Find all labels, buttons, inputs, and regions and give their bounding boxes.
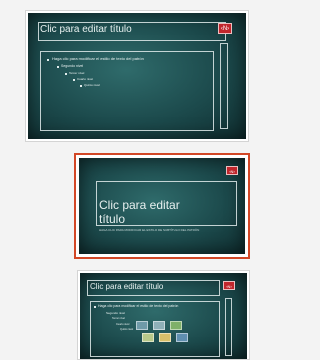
bullet-icon — [57, 66, 59, 68]
vertical-placeholder — [220, 43, 228, 129]
slide-title: Clic para editar título — [90, 282, 164, 291]
bullet-level-5: Quinto nivel — [120, 328, 134, 331]
slide-title: Clic para editar título — [40, 24, 132, 35]
bullet-icon — [65, 73, 67, 75]
bullet-level-2: Segundo nivel — [106, 311, 126, 315]
insert-chart-icon — [153, 321, 165, 330]
bullet-level-4: Cuarto nivel — [77, 77, 94, 81]
insert-table-icon — [136, 321, 148, 330]
slide-number-badge: ‹N› — [226, 166, 238, 175]
bullet-level-3: Tercer nivel — [69, 71, 85, 75]
slide-number-badge: ‹N› — [223, 281, 235, 290]
insert-smartart-icon — [170, 321, 182, 330]
slide-subtitle: HAGA CLIC PARA MODIFICAR EL ESTILO DE SU… — [99, 228, 200, 232]
slide-thumbnail-2[interactable]: ‹N› Clic para editar título HAGA CLIC PA… — [74, 153, 250, 259]
bullet-level-2: Segundo nivel — [61, 64, 84, 68]
slide-preview: ‹N› Clic para editar título HAGA CLIC PA… — [79, 158, 245, 254]
bullet-icon — [73, 79, 75, 81]
bullet-icon — [47, 59, 49, 61]
insert-video-icon — [176, 333, 188, 342]
slide-title: Clic para editar título — [99, 198, 180, 226]
insert-picture-icon — [142, 333, 154, 342]
body-placeholder — [40, 51, 214, 131]
bullet-level-5: Quinto nivel — [84, 83, 100, 87]
slide-preview: Clic para editar título ‹N› Haga clic pa… — [28, 13, 246, 139]
slide-thumbnail-1[interactable]: Clic para editar título ‹N› Haga clic pa… — [25, 10, 249, 142]
insert-online-picture-icon — [159, 333, 171, 342]
bullet-level-3: Tercer nivel — [112, 317, 125, 320]
bullet-icon — [80, 85, 82, 87]
vertical-placeholder — [225, 298, 232, 356]
bullet-level-1: Haga clic para modificar el estilo de te… — [98, 304, 179, 308]
bullet-icon — [94, 306, 96, 308]
bullet-level-1: Haga clic para modificar el estilo de te… — [52, 56, 144, 61]
slide-preview: Clic para editar título ‹N› Haga clic pa… — [80, 273, 247, 359]
slide-thumbnail-3[interactable]: Clic para editar título ‹N› Haga clic pa… — [77, 270, 250, 360]
slide-number-badge: ‹N› — [218, 23, 232, 34]
bullet-level-4: Cuarto nivel — [116, 323, 130, 326]
